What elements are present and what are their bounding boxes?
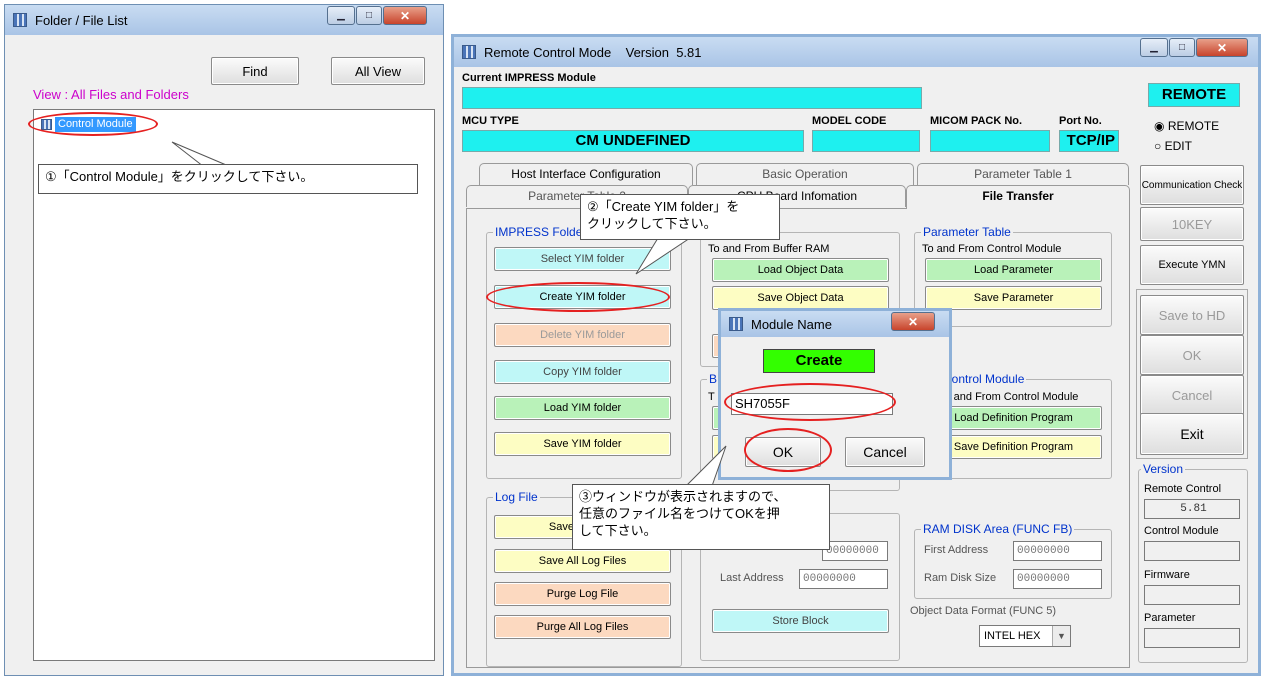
callout-step-1-text: ①「Control Module」をクリックして下さい。 xyxy=(45,169,314,184)
highlight-control-module xyxy=(28,112,158,136)
callout-3-pointer xyxy=(684,445,727,487)
callout-2-pointer xyxy=(635,237,692,275)
callout-step-3: ③ウィンドウが表示されますので、 任意のファイル名をつけてOKを押 して下さい。 xyxy=(572,484,830,550)
tab-file-transfer[interactable]: File Transfer xyxy=(906,185,1130,209)
callout-step-2: ②「Create YIM folder」を クリックして下さい。 xyxy=(580,194,780,240)
callout-step-1: ①「Control Module」をクリックして下さい。 xyxy=(38,164,418,194)
highlight-dialog-ok xyxy=(744,428,832,472)
callout-pointers xyxy=(171,141,727,487)
callout-step-2-line-1: ②「Create YIM folder」を xyxy=(587,199,740,214)
callout-step-2-line-2: クリックして下さい。 xyxy=(587,216,717,231)
callout-step-3-line-2: 任意のファイル名をつけてOKを押 xyxy=(579,506,780,521)
callout-step-3-line-3: して下さい。 xyxy=(579,523,657,538)
highlight-module-name-input xyxy=(724,383,896,421)
highlight-create-yim-folder xyxy=(486,282,670,312)
callout-step-3-line-1: ③ウィンドウが表示されますので、 xyxy=(579,489,787,504)
